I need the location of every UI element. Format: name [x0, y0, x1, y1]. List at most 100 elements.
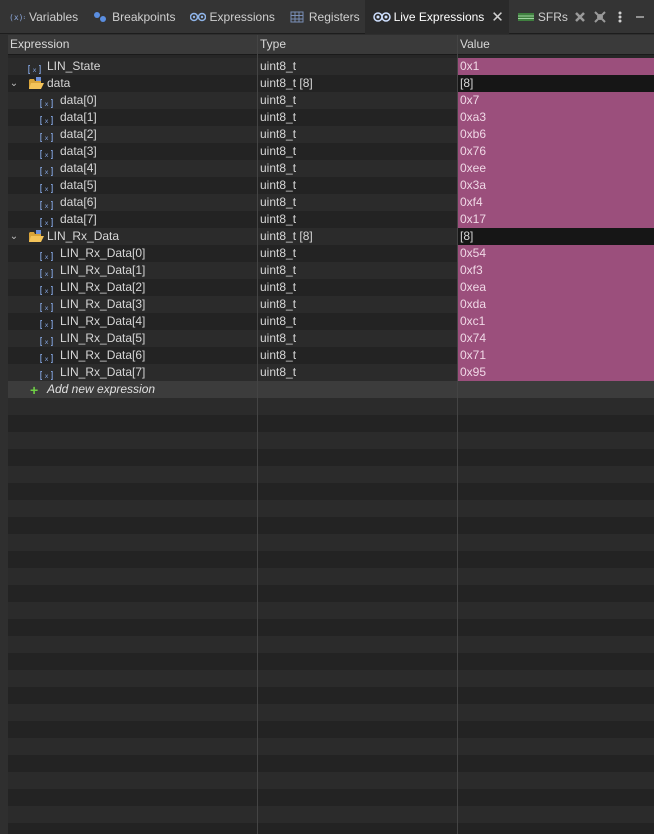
value-cell[interactable]: [8]: [458, 228, 654, 245]
value-cell[interactable]: 0xa3: [458, 109, 654, 126]
empty-row: [8, 704, 654, 721]
minimize-icon[interactable]: [633, 12, 647, 22]
table-row[interactable]: x LIN_Rx_Data[5] uint8_t 0x74: [8, 330, 654, 347]
expression-cell: + Add new expression: [8, 381, 257, 398]
column-divider[interactable]: [257, 35, 258, 834]
table-row[interactable]: x LIN_Rx_Data[2] uint8_t 0xea: [8, 279, 654, 296]
add-new-expression-row[interactable]: + Add new expression: [8, 381, 654, 398]
type-cell: uint8_t: [260, 178, 297, 192]
value-cell[interactable]: 0x1: [458, 58, 654, 75]
value-cell[interactable]: 0x71: [458, 347, 654, 364]
expression-cell: x LIN_Rx_Data[1]: [8, 262, 257, 279]
table-row[interactable]: x LIN_Rx_Data[3] uint8_t 0xda: [8, 296, 654, 313]
breakpoints-tab[interactable]: Breakpoints: [83, 0, 180, 34]
type-cell: uint8_t [8]: [260, 229, 313, 243]
expression-label: data[7]: [60, 212, 97, 226]
table-row[interactable]: ⌄ LIN_Rx_Data uint8_t [8] [8]: [8, 228, 654, 245]
expressions-tab[interactable]: Expressions: [181, 0, 280, 34]
array-folder-icon: [28, 230, 44, 243]
svg-text:x: x: [45, 168, 49, 176]
value-cell[interactable]: 0xee: [458, 160, 654, 177]
svg-text:x: x: [45, 100, 49, 108]
table-row[interactable]: x LIN_Rx_Data[7] uint8_t 0x95: [8, 364, 654, 381]
expression-label: LIN_Rx_Data[2]: [60, 280, 146, 294]
value-cell[interactable]: 0xda: [458, 296, 654, 313]
type-cell: uint8_t: [260, 246, 297, 260]
type-cell: uint8_t: [260, 127, 297, 141]
view-menu-icon[interactable]: [613, 11, 627, 23]
value-cell[interactable]: [8]: [458, 75, 654, 92]
table-row[interactable]: x data[5] uint8_t 0x3a: [8, 177, 654, 194]
expression-cell: x data[2]: [8, 126, 257, 143]
table-row[interactable]: x LIN_State uint8_t 0x1: [8, 58, 654, 75]
empty-row: [8, 432, 654, 449]
value-cell[interactable]: 0xea: [458, 279, 654, 296]
expression-cell: x data[6]: [8, 194, 257, 211]
table-row[interactable]: x data[4] uint8_t 0xee: [8, 160, 654, 177]
svg-text:x: x: [45, 338, 49, 346]
expression-cell: x LIN_Rx_Data[5]: [8, 330, 257, 347]
registers-tab[interactable]: Registers: [280, 0, 365, 34]
variable-icon: x: [40, 215, 53, 227]
value-column-header[interactable]: Value: [458, 35, 654, 54]
value-cell[interactable]: 0xf4: [458, 194, 654, 211]
table-row[interactable]: x LIN_Rx_Data[1] uint8_t 0xf3: [8, 262, 654, 279]
chevron-down-icon[interactable]: ⌄: [8, 75, 20, 92]
array-folder-icon: [28, 77, 44, 90]
table-row[interactable]: x data[0] uint8_t 0x7: [8, 92, 654, 109]
value-cell[interactable]: 0x74: [458, 330, 654, 347]
table-row[interactable]: x data[7] uint8_t 0x17: [8, 211, 654, 228]
variable-icon: x: [40, 266, 53, 278]
value-cell[interactable]: 0xf3: [458, 262, 654, 279]
variable-icon: x: [40, 317, 53, 329]
value-cell[interactable]: 0x54: [458, 245, 654, 262]
value-cell[interactable]: 0x95: [458, 364, 654, 381]
type-cell: uint8_t: [260, 348, 297, 362]
table-row[interactable]: x data[3] uint8_t 0x76: [8, 143, 654, 160]
variables-tab[interactable]: (x)= Variables: [0, 0, 83, 34]
live-expressions-tab[interactable]: Live Expressions ✕: [364, 0, 509, 34]
view-tab-bar: (x)= Variables Breakpoints Expressions Regis…: [0, 0, 654, 34]
chevron-down-icon[interactable]: ⌄: [8, 228, 20, 245]
tab-label: Registers: [308, 9, 360, 24]
type-cell: uint8_t: [260, 263, 297, 277]
type-cell: uint8_t: [260, 297, 297, 311]
expression-label: LIN_Rx_Data[3]: [60, 297, 146, 311]
expression-label: LIN_Rx_Data[1]: [60, 263, 146, 277]
column-divider[interactable]: [457, 35, 458, 834]
value-cell[interactable]: 0xb6: [458, 126, 654, 143]
variable-icon: x: [40, 300, 53, 312]
type-column-header[interactable]: Type: [258, 35, 457, 54]
value-cell[interactable]: 0x7: [458, 92, 654, 109]
table-row[interactable]: x LIN_Rx_Data[6] uint8_t 0x71: [8, 347, 654, 364]
type-cell: uint8_t: [260, 195, 297, 209]
close-icon[interactable]: ✕: [491, 8, 504, 26]
table-row[interactable]: x LIN_Rx_Data[0] uint8_t 0x54: [8, 245, 654, 262]
value-cell[interactable]: 0x17: [458, 211, 654, 228]
table-row[interactable]: x data[2] uint8_t 0xb6: [8, 126, 654, 143]
empty-row: [8, 568, 654, 585]
refresh-icon[interactable]: [593, 10, 607, 24]
expression-column-header[interactable]: Expression: [8, 35, 257, 54]
value-cell[interactable]: 0x3a: [458, 177, 654, 194]
empty-row: [8, 517, 654, 534]
type-cell: uint8_t: [260, 59, 297, 73]
sfrs-tab[interactable]: SFRs: [509, 0, 573, 34]
table-row[interactable]: x LIN_Rx_Data[4] uint8_t 0xc1: [8, 313, 654, 330]
type-cell: uint8_t: [260, 110, 297, 124]
svg-text:x: x: [45, 117, 49, 125]
value-cell[interactable]: 0xc1: [458, 313, 654, 330]
type-cell: uint8_t: [260, 280, 297, 294]
table-row[interactable]: x data[6] uint8_t 0xf4: [8, 194, 654, 211]
variable-icon: x: [40, 283, 53, 295]
value-cell[interactable]: 0x76: [458, 143, 654, 160]
type-cell: uint8_t [8]: [260, 76, 313, 90]
table-row[interactable]: x data[1] uint8_t 0xa3: [8, 109, 654, 126]
table-row[interactable]: ⌄ data uint8_t [8] [8]: [8, 75, 654, 92]
svg-text:x: x: [45, 134, 49, 142]
svg-text:x: x: [45, 202, 49, 210]
svg-text:(x)=: (x)=: [9, 13, 25, 22]
expression-cell: x LIN_Rx_Data[2]: [8, 279, 257, 296]
expression-label: LIN_Rx_Data[0]: [60, 246, 146, 260]
remove-all-icon[interactable]: [573, 11, 587, 23]
